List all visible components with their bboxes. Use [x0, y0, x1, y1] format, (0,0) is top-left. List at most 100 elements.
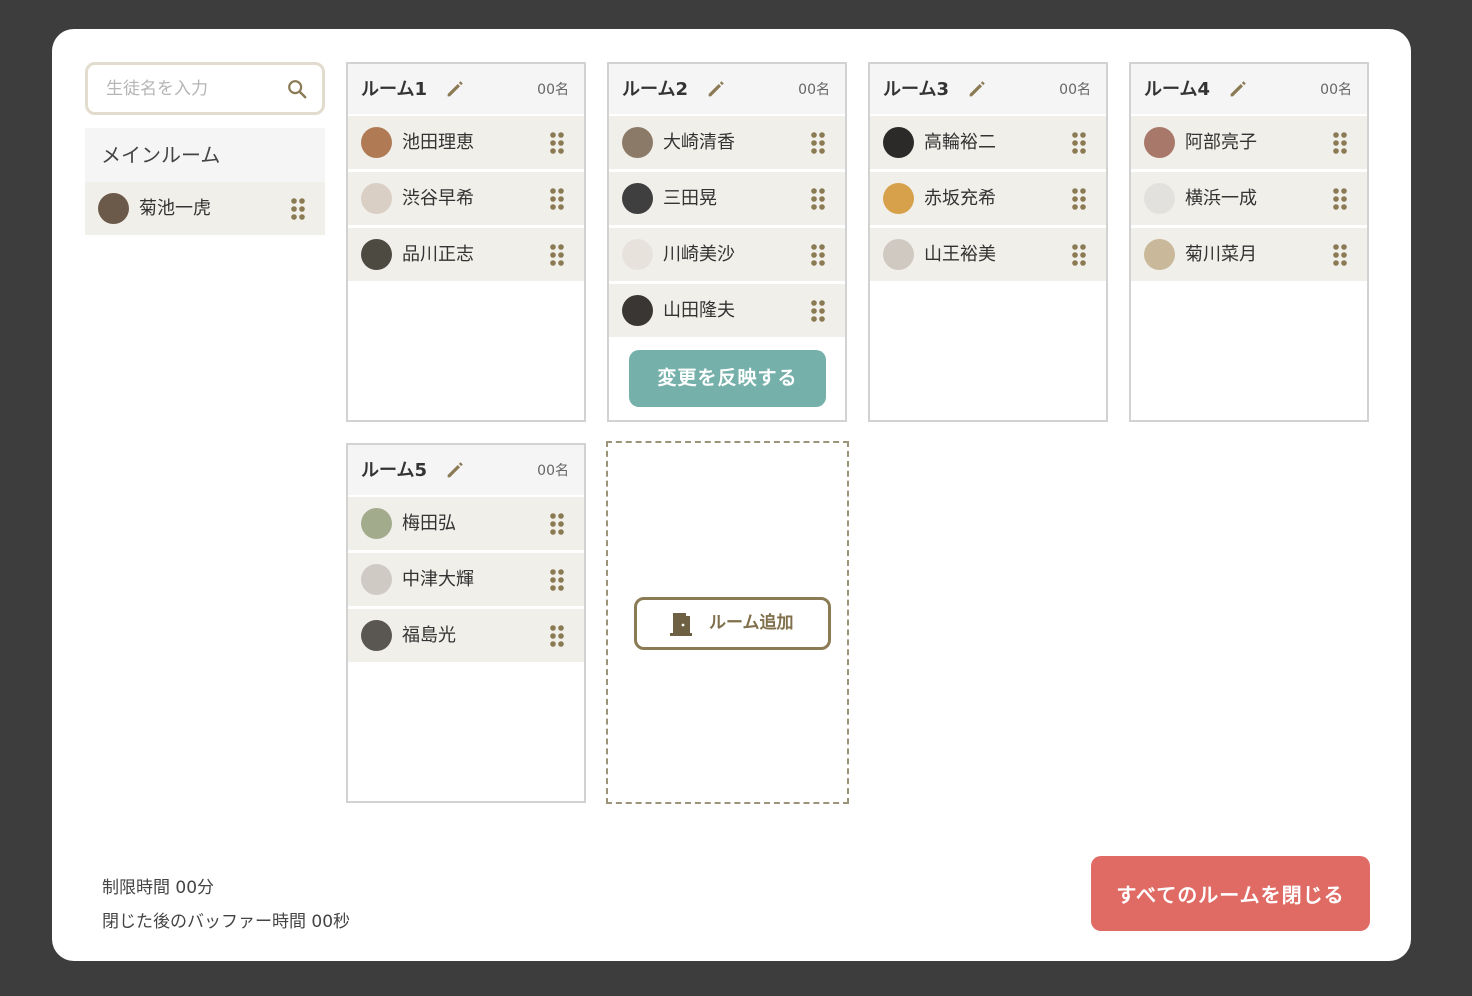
- avatar: [361, 508, 392, 539]
- avatar: [1144, 127, 1175, 158]
- room-title: ルーム5: [361, 460, 427, 481]
- drag-handle-icon[interactable]: [291, 198, 305, 220]
- student-search[interactable]: [85, 62, 325, 115]
- drag-handle-icon[interactable]: [1072, 188, 1086, 210]
- avatar: [622, 127, 653, 158]
- room-title: ルーム2: [622, 79, 688, 100]
- member-name: 赤坂充希: [924, 188, 996, 209]
- member-row[interactable]: 川崎美沙: [609, 228, 845, 281]
- member-name: 山田隆夫: [663, 300, 735, 321]
- member-name: 福島光: [402, 625, 456, 646]
- drag-handle-icon[interactable]: [811, 188, 825, 210]
- drag-handle-icon[interactable]: [811, 132, 825, 154]
- room-header: ルーム2 00名: [609, 64, 845, 116]
- member-name: 梅田弘: [402, 513, 456, 534]
- room-header: ルーム1 00名: [348, 64, 584, 116]
- member-row[interactable]: 大崎清香: [609, 116, 845, 169]
- room-member-count: 00名: [1059, 82, 1091, 98]
- member-row[interactable]: 山田隆夫: [609, 284, 845, 337]
- room-member-count: 00名: [537, 463, 569, 479]
- room-card-5: ルーム5 00名梅田弘中津大輝福島光: [346, 443, 586, 803]
- room-card-4: ルーム4 00名 阿部亮子 横浜一成 菊川菜月: [1129, 62, 1369, 422]
- drag-handle-icon[interactable]: [550, 132, 564, 154]
- member-name: 菊川菜月: [1185, 244, 1257, 265]
- member-row[interactable]: 山王裕美: [870, 228, 1106, 281]
- member-name: 川崎美沙: [663, 244, 735, 265]
- avatar: [361, 620, 392, 651]
- member-name: 山王裕美: [924, 244, 996, 265]
- add-room-dropzone: ルーム追加: [606, 441, 849, 804]
- door-icon: [670, 613, 692, 636]
- close-all-rooms-button[interactable]: すべてのルームを閉じる: [1091, 856, 1370, 931]
- drag-handle-icon[interactable]: [1072, 132, 1086, 154]
- avatar: [883, 183, 914, 214]
- pencil-icon[interactable]: [966, 78, 988, 100]
- drag-handle-icon[interactable]: [550, 625, 564, 647]
- member-name: 三田晃: [663, 188, 717, 209]
- member-row[interactable]: 阿部亮子: [1131, 116, 1367, 169]
- buffer-time-text: 閉じた後のバッファー時間 00秒: [102, 912, 351, 932]
- room-title: ルーム1: [361, 79, 427, 100]
- breakout-room-panel: メインルーム 菊池一虎 ルーム100名池田理恵渋谷早希品川正志 ルーム200名大…: [52, 29, 1411, 961]
- drag-handle-icon[interactable]: [550, 188, 564, 210]
- search-icon[interactable]: [286, 78, 308, 100]
- member-name: 大崎清香: [663, 132, 735, 153]
- drag-handle-icon[interactable]: [550, 569, 564, 591]
- member-row[interactable]: 横浜一成: [1131, 172, 1367, 225]
- avatar: [883, 239, 914, 270]
- avatar: [622, 183, 653, 214]
- room-header: ルーム3 00名: [870, 64, 1106, 116]
- drag-handle-icon[interactable]: [550, 244, 564, 266]
- avatar: [361, 127, 392, 158]
- add-room-label: ルーム追加: [709, 613, 794, 633]
- add-room-button[interactable]: ルーム追加: [634, 597, 831, 650]
- room-title: ルーム4: [1144, 79, 1210, 100]
- room-title: ルーム3: [883, 79, 949, 100]
- room-card-1: ルーム1 00名池田理恵渋谷早希品川正志: [346, 62, 586, 422]
- member-row[interactable]: 渋谷早希: [348, 172, 584, 225]
- avatar: [1144, 239, 1175, 270]
- room-member-count: 00名: [798, 82, 830, 98]
- member-row[interactable]: 中津大輝: [348, 553, 584, 606]
- avatar: [622, 239, 653, 270]
- pencil-icon[interactable]: [1227, 78, 1249, 100]
- pencil-icon[interactable]: [444, 78, 466, 100]
- room-header: ルーム5 00名: [348, 445, 584, 497]
- pencil-icon[interactable]: [705, 78, 727, 100]
- drag-handle-icon[interactable]: [1072, 244, 1086, 266]
- avatar: [622, 295, 653, 326]
- drag-handle-icon[interactable]: [550, 513, 564, 535]
- member-name: 高輪裕二: [924, 132, 996, 153]
- member-row[interactable]: 赤坂充希: [870, 172, 1106, 225]
- member-name: 阿部亮子: [1185, 132, 1257, 153]
- main-room: メインルーム 菊池一虎: [85, 128, 325, 236]
- member-name: 渋谷早希: [402, 188, 474, 209]
- member-name: 横浜一成: [1185, 188, 1257, 209]
- search-input[interactable]: [106, 77, 276, 101]
- member-row[interactable]: 三田晃: [609, 172, 845, 225]
- member-name: 池田理恵: [402, 132, 474, 153]
- apply-changes-button[interactable]: 変更を反映する: [629, 350, 826, 407]
- avatar: [361, 564, 392, 595]
- member-row[interactable]: 菊川菜月: [1131, 228, 1367, 281]
- member-name: 菊池一虎: [139, 198, 211, 219]
- drag-handle-icon[interactable]: [811, 244, 825, 266]
- room-member-count: 00名: [537, 82, 569, 98]
- pencil-icon[interactable]: [444, 459, 466, 481]
- drag-handle-icon[interactable]: [1333, 132, 1347, 154]
- drag-handle-icon[interactable]: [811, 300, 825, 322]
- member-row[interactable]: 梅田弘: [348, 497, 584, 550]
- drag-handle-icon[interactable]: [1333, 244, 1347, 266]
- member-row[interactable]: 菊池一虎: [85, 182, 325, 235]
- avatar: [361, 183, 392, 214]
- drag-handle-icon[interactable]: [1333, 188, 1347, 210]
- member-row[interactable]: 品川正志: [348, 228, 584, 281]
- main-room-title: メインルーム: [85, 128, 325, 182]
- member-name: 品川正志: [402, 244, 474, 265]
- avatar: [361, 239, 392, 270]
- member-row[interactable]: 高輪裕二: [870, 116, 1106, 169]
- room-card-3: ルーム3 00名高輪裕二赤坂充希山王裕美: [868, 62, 1108, 422]
- room-card-2: ルーム2 00名大崎清香三田晃川崎美沙山田隆夫変更を反映する: [607, 62, 847, 422]
- member-row[interactable]: 池田理恵: [348, 116, 584, 169]
- member-row[interactable]: 福島光: [348, 609, 584, 662]
